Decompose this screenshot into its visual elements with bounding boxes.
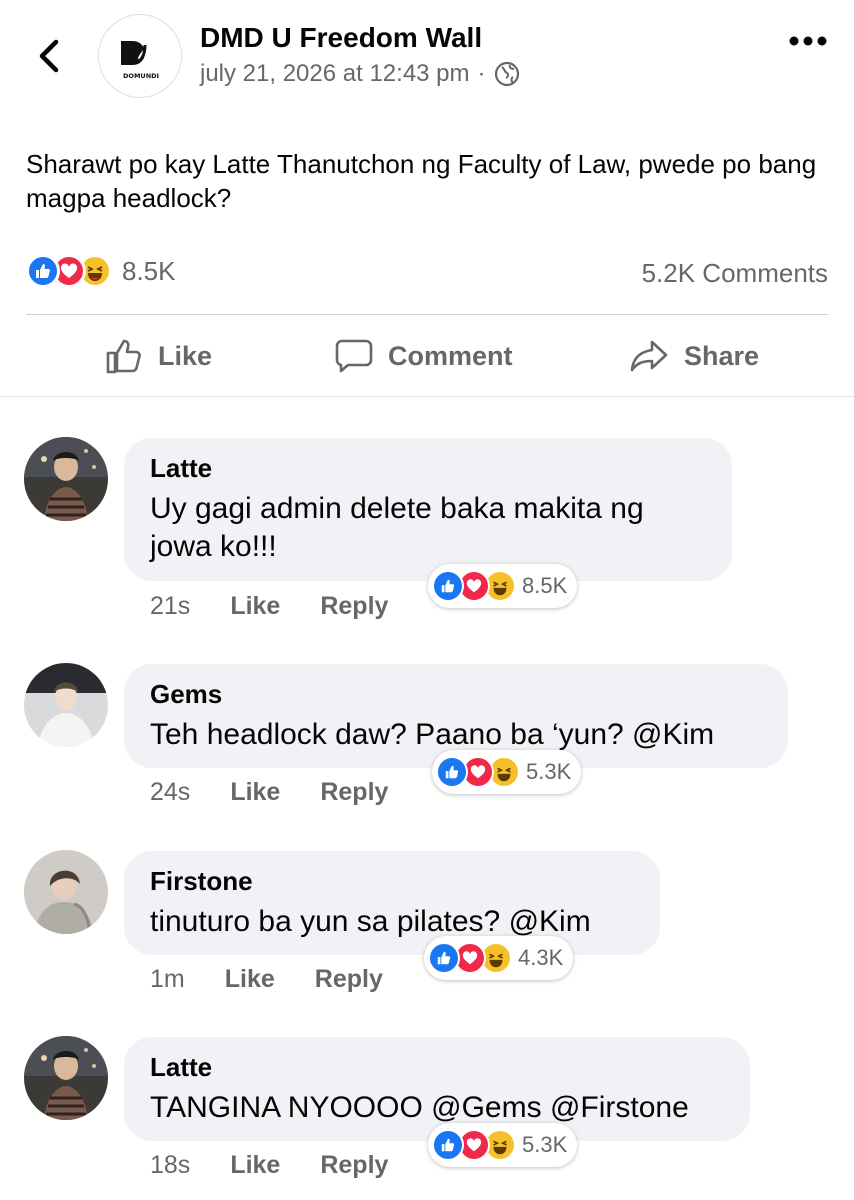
like-reaction-icon bbox=[432, 1129, 464, 1161]
comment-reaction-count: 4.3K bbox=[518, 945, 564, 970]
comment-like-button[interactable]: Like bbox=[230, 592, 280, 621]
post-reaction-count: 8.5K bbox=[122, 255, 176, 286]
comment-time: 21s bbox=[150, 592, 191, 620]
comment-meta: 24s Like Reply bbox=[150, 778, 388, 807]
divider bbox=[26, 314, 828, 315]
comment-text: TANGINA NYOOOO @Gems @Firstone bbox=[150, 1091, 689, 1124]
page-logo: DOMUNDI bbox=[115, 41, 167, 80]
post-reactions[interactable]: 8.5K bbox=[26, 254, 176, 288]
globe-icon[interactable] bbox=[494, 61, 520, 87]
share-label: Share bbox=[684, 340, 760, 371]
chevron-left-icon bbox=[39, 39, 59, 73]
comment-time: 1m bbox=[150, 965, 185, 993]
comment-reply-button[interactable]: Reply bbox=[315, 965, 383, 994]
page-name[interactable]: DMD U Freedom Wall bbox=[200, 22, 482, 54]
like-reaction-icon bbox=[428, 942, 460, 974]
reaction-icons bbox=[26, 254, 112, 288]
comment-icon bbox=[335, 339, 373, 373]
comment-author[interactable]: Gems bbox=[150, 678, 762, 710]
comment-text: Teh headlock daw? Paano ba ‘yun? @Kim bbox=[150, 718, 715, 751]
like-reaction-icon bbox=[432, 570, 464, 602]
comment-reaction-count: 5.3K bbox=[526, 759, 572, 784]
post-comments-count[interactable]: 5.2K Comments bbox=[642, 258, 828, 289]
avatar[interactable] bbox=[24, 437, 108, 521]
comment-reply-button[interactable]: Reply bbox=[320, 778, 388, 807]
section-divider bbox=[0, 396, 854, 397]
thumbs-up-icon bbox=[106, 339, 141, 374]
comment-reactions[interactable]: 5.3K bbox=[432, 750, 582, 794]
share-icon bbox=[630, 340, 668, 372]
comment-time: 18s bbox=[150, 1151, 191, 1179]
comment-time: 24s bbox=[150, 778, 191, 806]
comment-author[interactable]: Firstone bbox=[150, 865, 634, 897]
more-options-button[interactable] bbox=[788, 34, 828, 52]
meta-separator: · bbox=[477, 60, 486, 87]
post-meta: july 21, 2026 at 12:43 pm · bbox=[200, 60, 520, 88]
comment-author[interactable]: Latte bbox=[150, 1051, 724, 1083]
comment-reactions[interactable]: 4.3K bbox=[424, 936, 574, 980]
comment-reply-button[interactable]: Reply bbox=[320, 592, 388, 621]
comment-reactions[interactable]: 8.5K bbox=[428, 564, 578, 608]
comment-meta: 18s Like Reply bbox=[150, 1151, 388, 1180]
logo-text: DOMUNDI bbox=[123, 72, 159, 80]
avatar[interactable] bbox=[24, 850, 108, 934]
like-reaction-icon bbox=[436, 756, 468, 788]
post-timestamp[interactable]: july 21, 2026 at 12:43 pm bbox=[200, 60, 470, 88]
comment-text: Uy gagi admin delete baka makita ng jowa… bbox=[150, 492, 644, 563]
comment-author[interactable]: Latte bbox=[150, 452, 706, 484]
comment-like-button[interactable]: Like bbox=[225, 965, 275, 994]
page-avatar[interactable]: DOMUNDI bbox=[98, 14, 182, 98]
comment-meta: 21s Like Reply bbox=[150, 592, 388, 621]
comment-reaction-count: 8.5K bbox=[522, 573, 568, 598]
comment-reactions[interactable]: 5.3K bbox=[428, 1123, 578, 1167]
comment-bubble[interactable]: Latte Uy gagi admin delete baka makita n… bbox=[124, 438, 732, 581]
comment-bubble[interactable]: Firstone tinuturo ba yun sa pilates? @Ki… bbox=[124, 851, 660, 955]
avatar[interactable] bbox=[24, 663, 108, 747]
post-text: Sharawt po kay Latte Thanutchon ng Facul… bbox=[26, 149, 817, 213]
more-horizontal-icon bbox=[789, 36, 827, 46]
comment-label: Comment bbox=[388, 340, 513, 371]
comment-reply-button[interactable]: Reply bbox=[320, 1151, 388, 1180]
like-label: Like bbox=[158, 340, 213, 371]
like-reaction-icon bbox=[26, 254, 60, 288]
comment-text: tinuturo ba yun sa pilates? @Kim bbox=[150, 905, 591, 938]
share-button[interactable]: Share bbox=[628, 334, 759, 378]
comment-reaction-count: 5.3K bbox=[522, 1132, 568, 1157]
comment-meta: 1m Like Reply bbox=[150, 965, 383, 994]
avatar[interactable] bbox=[24, 1036, 108, 1120]
back-button[interactable] bbox=[30, 36, 70, 76]
comment-like-button[interactable]: Like bbox=[230, 778, 280, 807]
comment-bubble[interactable]: Latte TANGINA NYOOOO @Gems @Firstone bbox=[124, 1037, 750, 1141]
comment-button[interactable]: Comment bbox=[334, 334, 854, 378]
like-button[interactable]: Like bbox=[104, 334, 212, 378]
comment-like-button[interactable]: Like bbox=[230, 1151, 280, 1180]
